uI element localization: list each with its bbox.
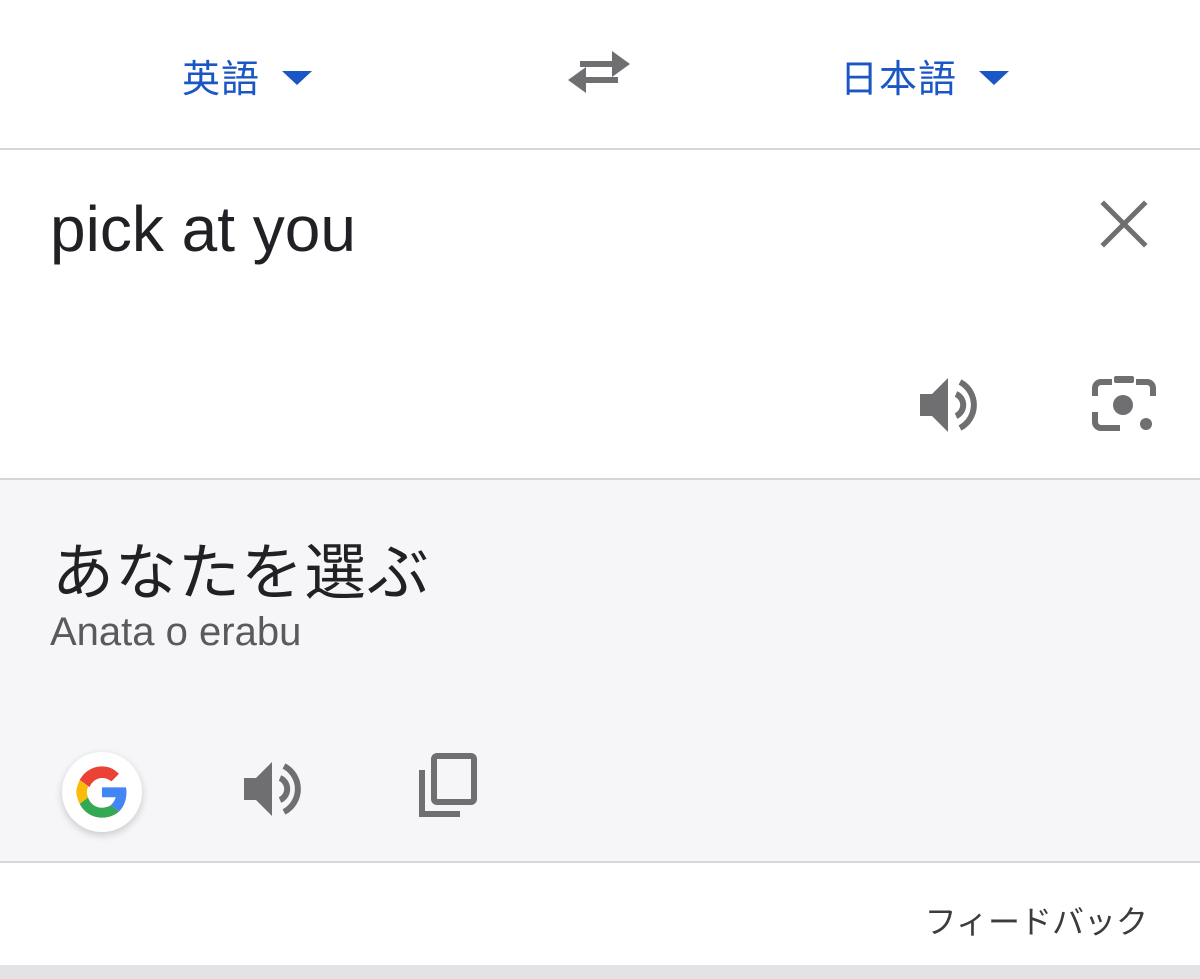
source-panel: pick at you [0,150,1200,478]
copy-icon[interactable] [414,752,480,822]
source-text-input[interactable]: pick at you [50,192,356,266]
google-button[interactable] [62,752,142,832]
speaker-icon[interactable] [240,758,306,820]
translation-panel: あなたを選ぶ Anata o erabu [0,480,1200,861]
target-language-selector[interactable]: 日本語 [840,50,1010,101]
feedback-link[interactable]: フィードバック [925,897,1148,943]
caret-down-icon [979,71,1010,85]
romanization-text: Anata o erabu [50,610,302,654]
language-bar: 英語 日本語 [0,0,1200,148]
bottom-strip [0,965,1200,979]
source-language-selector[interactable]: 英語 [182,50,313,101]
footer: フィードバック [0,863,1200,965]
close-icon[interactable] [1098,198,1150,250]
google-g-icon [76,766,127,818]
swap-arrows-icon[interactable] [566,46,632,98]
speaker-icon[interactable] [916,374,982,436]
translation-text: あなたを選ぶ [52,536,431,609]
source-language-label: 英語 [182,56,261,101]
target-language-label: 日本語 [840,56,958,101]
camera-lens-icon[interactable] [1090,374,1158,436]
caret-down-icon [282,71,313,85]
